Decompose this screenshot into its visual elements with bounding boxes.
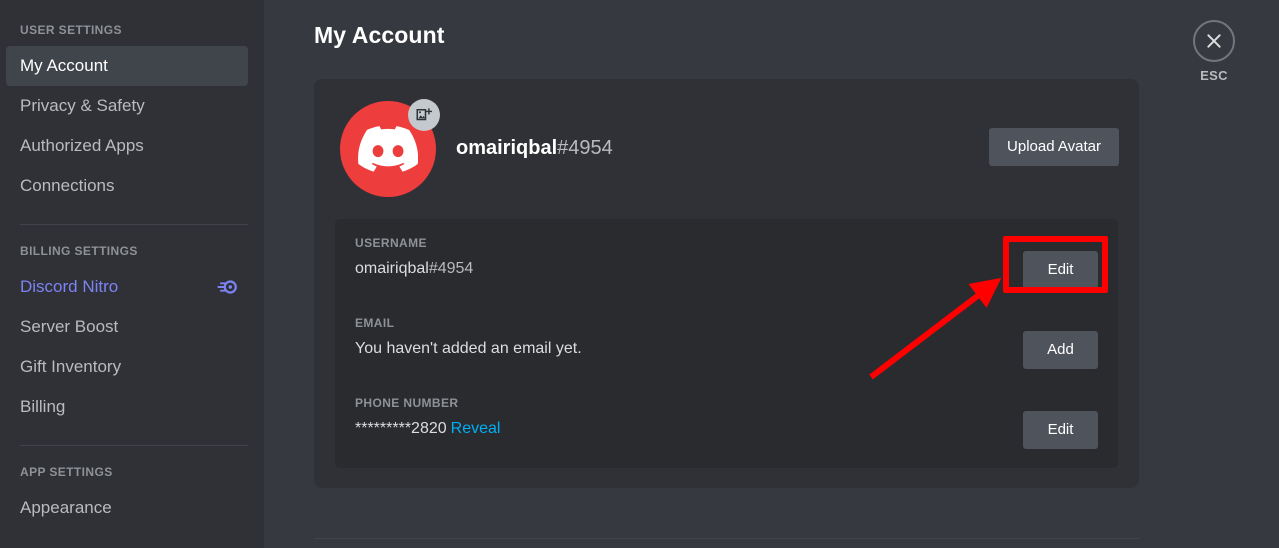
upload-avatar-button[interactable]: Upload Avatar [989,128,1119,166]
sidebar-section-header: BILLING SETTINGS [20,244,138,258]
add-email-button[interactable]: Add [1023,331,1098,369]
sidebar-item-server-boost[interactable]: Server Boost [6,307,248,347]
sidebar-section-header: APP SETTINGS [20,465,113,479]
sidebar-item-label: Appearance [20,498,112,517]
discriminator-display: #4954 [557,137,613,159]
sidebar-item-label: Billing [20,397,66,416]
sidebar-item-label: Authorized Apps [20,136,144,155]
sidebar-item-label: Discord Nitro [20,277,119,296]
nitro-boost-icon [217,280,237,294]
settings-sidebar: USER SETTINGS My Account Privacy & Safety A… [0,0,264,548]
field-value: You haven't added an email yet. [355,339,1100,359]
field-label: EMAIL [355,316,395,330]
account-card-header: omairiqbal#4954 Upload Avatar [314,79,1139,219]
section-divider [314,538,1139,539]
settings-main-content: My Account ESC omairiqbal#4954 Upload Av… [264,0,1279,548]
close-settings-button[interactable]: ESC [1187,20,1241,83]
field-value-text: *********2820 [355,420,447,437]
sidebar-item-label: Connections [20,176,115,195]
sidebar-item-label: Privacy & Safety [20,96,145,115]
sidebar-item-label: Server Boost [20,317,119,336]
field-value-text: omairiqbal [355,260,429,277]
account-card: omairiqbal#4954 Upload Avatar USERNAME om… [314,79,1139,488]
field-label: PHONE NUMBER [355,396,459,410]
edit-phone-number-button[interactable]: Edit [1023,411,1098,449]
page-title: My Account [314,22,445,48]
edit-username-button[interactable]: Edit [1023,251,1098,289]
sidebar-item-label: My Account [20,56,108,75]
field-label: USERNAME [355,236,427,250]
avatar[interactable] [340,99,440,197]
esc-label: ESC [1200,68,1228,83]
field-value-suffix: #4954 [428,260,474,277]
sidebar-item-privacy-safety[interactable]: Privacy & Safety [6,86,248,126]
image-add-icon[interactable] [408,99,440,131]
reveal-link[interactable]: Reveal [451,420,501,437]
account-fields-card: USERNAME omairiqbal#4954 Edit EMAIL You have… [335,219,1118,468]
sidebar-section-header: USER SETTINGS [20,23,122,37]
sidebar-item-label: Gift Inventory [20,357,122,376]
discord-user-settings-window: USER SETTINGS My Account Privacy & Safety A… [0,0,1279,548]
sidebar-item-connections[interactable]: Connections [6,166,248,206]
field-value-text: You haven't added an email yet. [355,340,582,357]
sidebar-item-my-account[interactable]: My Account [6,46,248,86]
account-field-row: PHONE NUMBER *********2820 Reveal Edit [355,395,1100,475]
close-x-icon[interactable] [1193,20,1235,62]
sidebar-divider [20,445,248,446]
sidebar-divider [20,224,248,225]
field-value: *********2820 Reveal [355,419,1100,439]
username-display: omairiqbal [456,137,558,159]
sidebar-item-authorized-apps[interactable]: Authorized Apps [6,126,248,166]
sidebar-item-discord-nitro[interactable]: Discord Nitro [6,267,248,307]
sidebar-item-appearance[interactable]: Appearance [6,488,248,528]
account-field-row: EMAIL You haven't added an email yet. Add [355,315,1100,395]
user-tag: omairiqbal#4954 [456,136,613,160]
sidebar-item-billing[interactable]: Billing [6,387,248,427]
account-field-row: USERNAME omairiqbal#4954 Edit [355,235,1100,315]
field-value: omairiqbal#4954 [355,259,1100,279]
sidebar-item-gift-inventory[interactable]: Gift Inventory [6,347,248,387]
